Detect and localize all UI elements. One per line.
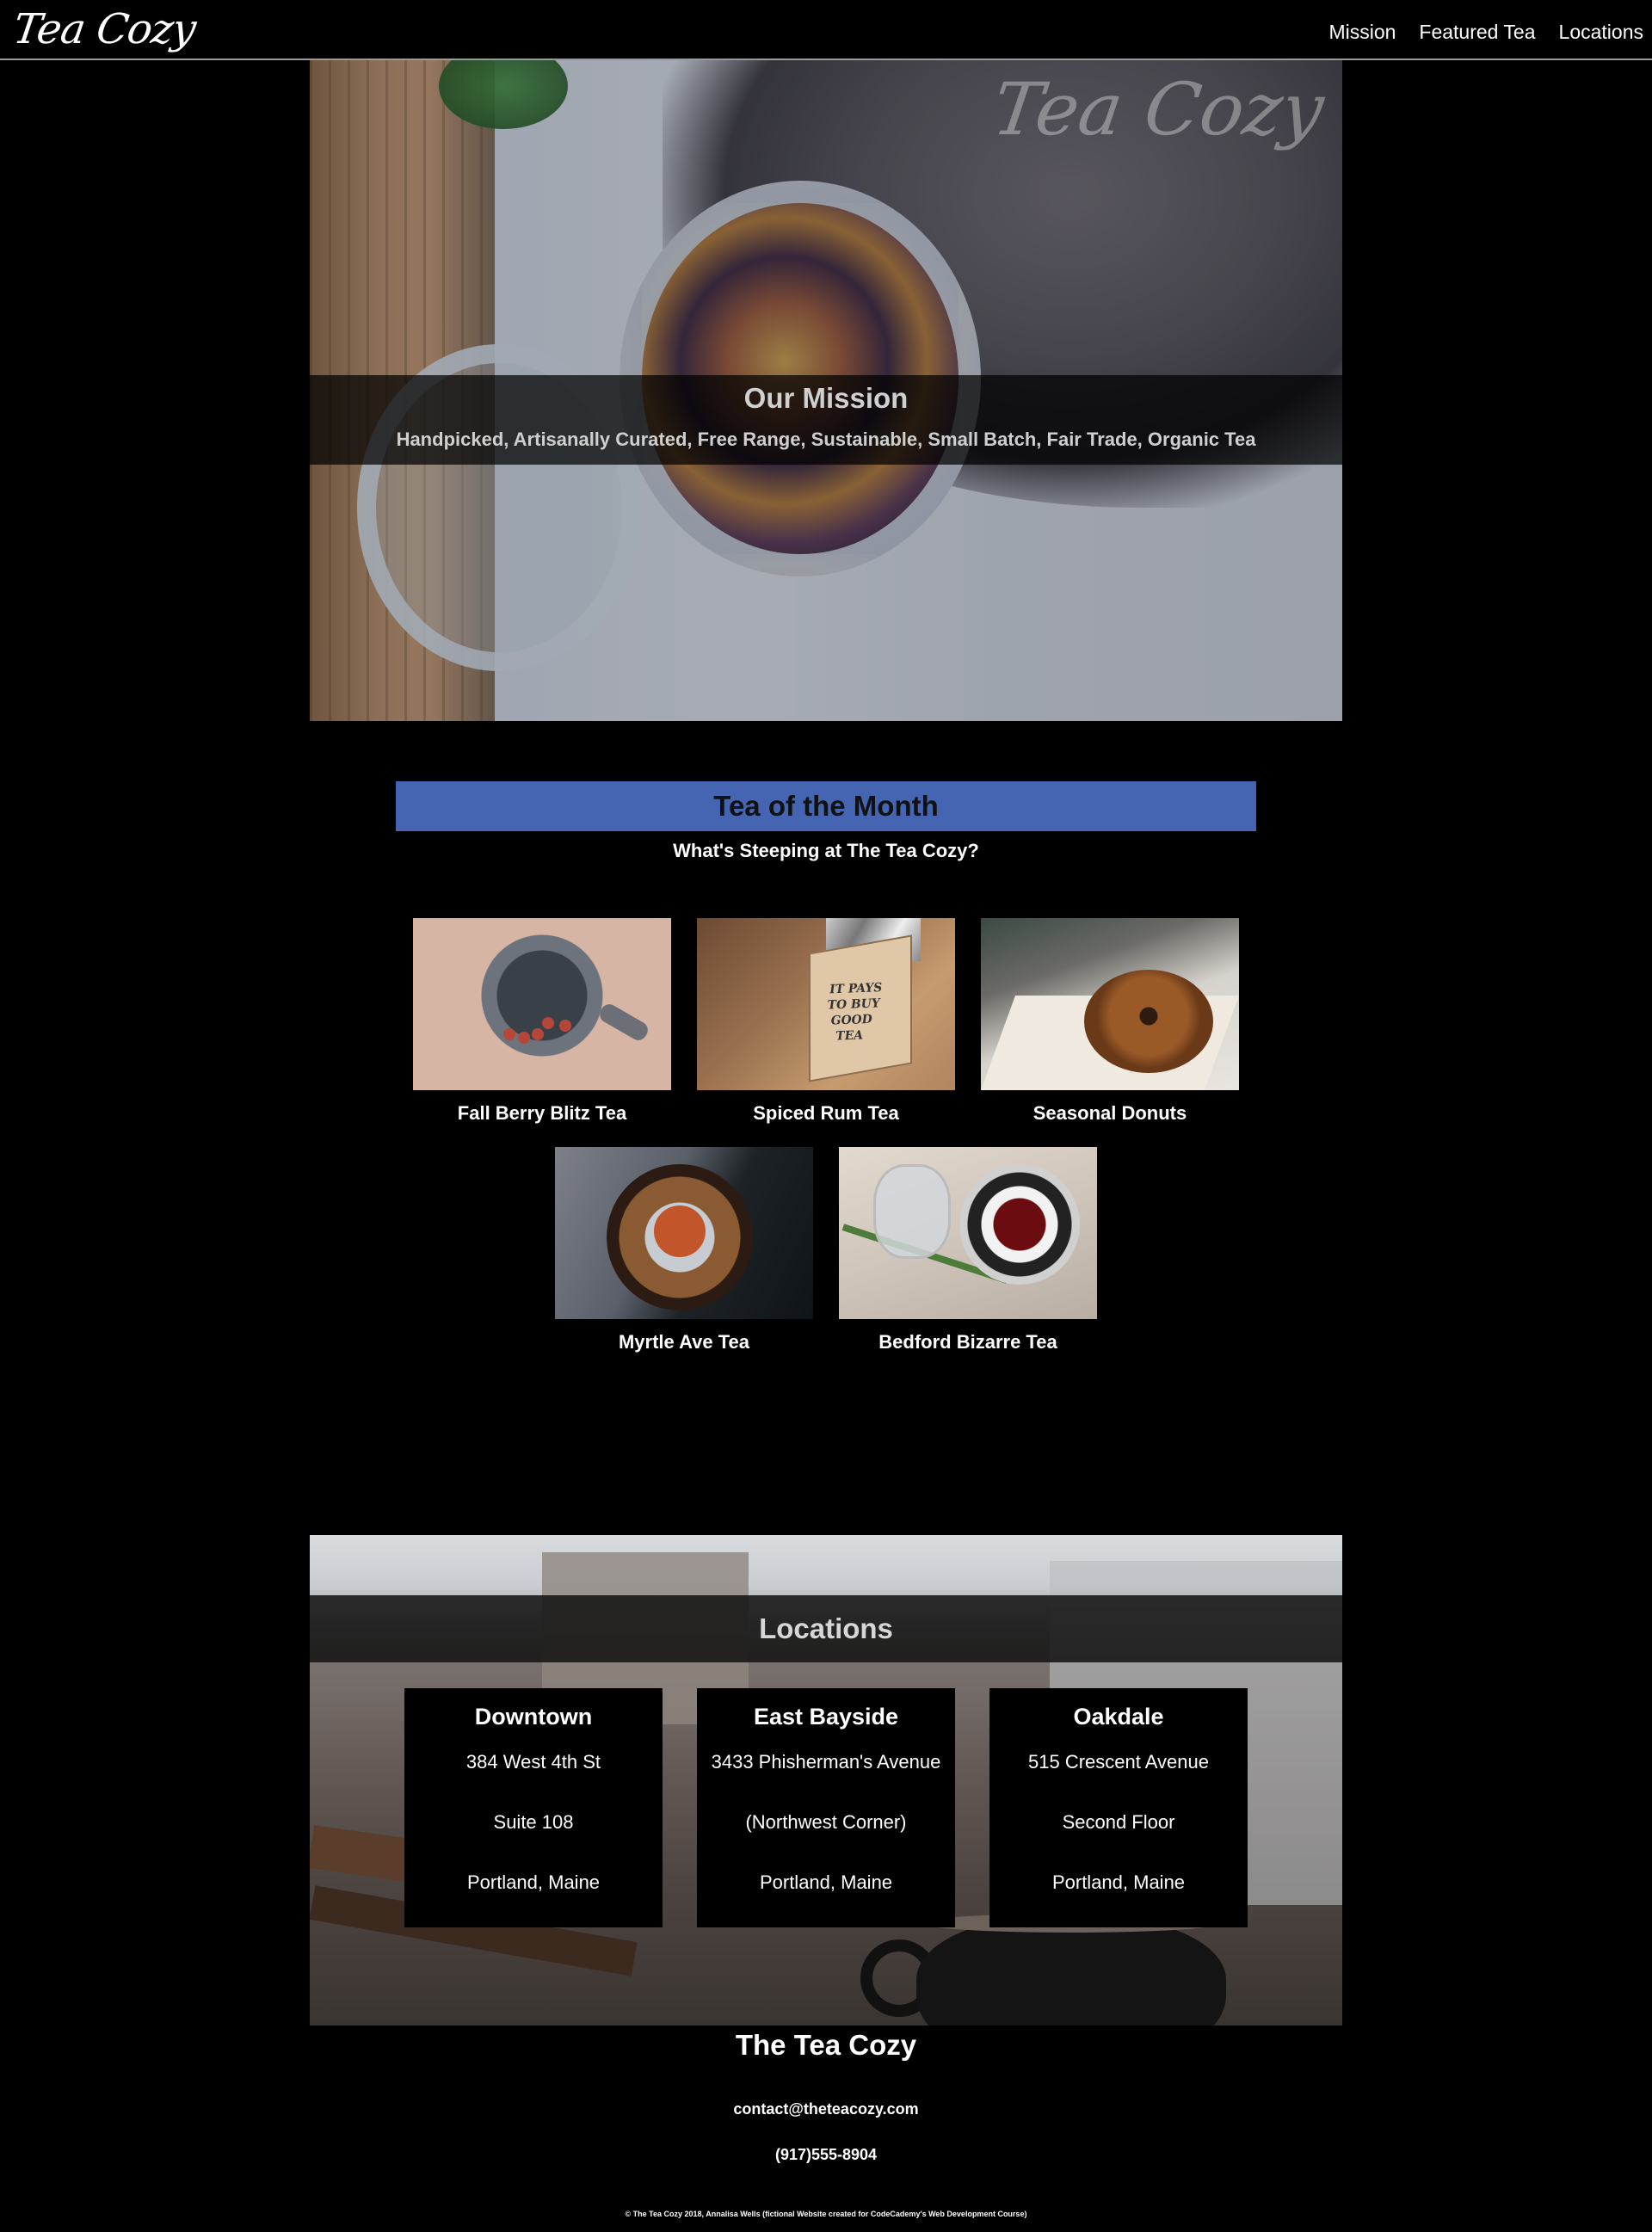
location-card-east-bayside: East Bayside 3433 Phisherman's Avenue (N…	[697, 1688, 955, 1927]
mission-title: Our Mission	[743, 382, 909, 414]
tea-item-label: Myrtle Ave Tea	[618, 1331, 750, 1353]
location-address-line: Portland, Maine	[1051, 1871, 1186, 1893]
location-name: Oakdale	[1073, 1704, 1164, 1729]
footer-email[interactable]: contact@theteacozy.com	[396, 2100, 1256, 2118]
tea-item-label: Fall Berry Blitz Tea	[457, 1102, 627, 1124]
tea-box-text: IT PAYS TO BUY GOOD TEA	[826, 981, 884, 1044]
location-address-line: (Northwest Corner)	[745, 1811, 907, 1833]
mission-banner: Our Mission Handpicked, Artisanally Cura…	[310, 375, 1342, 465]
tea-item: Seasonal Donuts	[981, 918, 1239, 1125]
locations-section: Locations Downtown 384 West 4th St Suite…	[310, 1535, 1342, 2025]
myrtle-ave-tea-image	[555, 1147, 813, 1319]
featured-tea-subtitle: What's Steeping at The Tea Cozy?	[673, 840, 979, 861]
locations-title: Locations	[759, 1612, 893, 1644]
location-address-line: 384 West 4th St	[465, 1751, 601, 1773]
tea-item-label: Seasonal Donuts	[1032, 1102, 1187, 1124]
hero-watermark-logo: Tea Cozy	[988, 67, 1329, 151]
nav-link-locations[interactable]: Locations	[1559, 21, 1643, 44]
bedford-bizarre-tea-image	[839, 1147, 1097, 1319]
location-address-line: Portland, Maine	[759, 1871, 893, 1893]
locations-banner: Locations	[310, 1595, 1342, 1662]
location-card-oakdale: Oakdale 515 Crescent Avenue Second Floor…	[989, 1688, 1248, 1927]
nav-link-featured-tea[interactable]: Featured Tea	[1419, 21, 1535, 44]
seasonal-donuts-image	[981, 918, 1239, 1090]
tea-item: Fall Berry Blitz Tea	[413, 918, 671, 1125]
footer-copyright: © The Tea Cozy 2018, Annalisa Wells (fic…	[625, 2210, 1027, 2218]
location-name: East Bayside	[753, 1704, 899, 1729]
tea-item: IT PAYS TO BUY GOOD TEA Spiced Rum Tea	[697, 918, 955, 1125]
mission-subtitle: Handpicked, Artisanally Curated, Free Ra…	[396, 429, 1256, 450]
footer-phone[interactable]: (917)555-8904	[396, 2146, 1256, 2164]
location-address-line: Second Floor	[1062, 1811, 1175, 1833]
featured-tea-title: Tea of the Month	[713, 790, 939, 822]
main-nav: Mission Featured Tea Locations	[1328, 21, 1643, 44]
tea-item: Bedford Bizarre Tea	[839, 1147, 1097, 1353]
tea-item-label: Bedford Bizarre Tea	[878, 1331, 1057, 1353]
nav-link-mission[interactable]: Mission	[1328, 21, 1396, 44]
featured-tea-banner: Tea of the Month	[396, 781, 1256, 831]
mission-hero-image: Tea Cozy Our Mission Handpicked, Artisan…	[310, 60, 1342, 721]
tea-item-label: Spiced Rum Tea	[753, 1102, 899, 1124]
location-address-line: 3433 Phisherman's Avenue	[711, 1751, 941, 1773]
location-address-line: Suite 108	[493, 1811, 574, 1833]
site-logo[interactable]: Tea Cozy	[10, 5, 198, 53]
location-card-downtown: Downtown 384 West 4th St Suite 108 Portl…	[404, 1688, 663, 1927]
fall-berry-blitz-tea-image	[413, 918, 671, 1090]
location-address-line: 515 Crescent Avenue	[1028, 1751, 1209, 1773]
footer-title: The Tea Cozy	[735, 2029, 917, 2061]
tea-item: Myrtle Ave Tea	[555, 1147, 813, 1353]
spiced-rum-tea-image: IT PAYS TO BUY GOOD TEA	[697, 918, 955, 1090]
location-name: Downtown	[474, 1704, 593, 1729]
location-address-line: Portland, Maine	[466, 1871, 601, 1893]
site-header: Tea Cozy Mission Featured Tea Locations	[0, 0, 1652, 60]
